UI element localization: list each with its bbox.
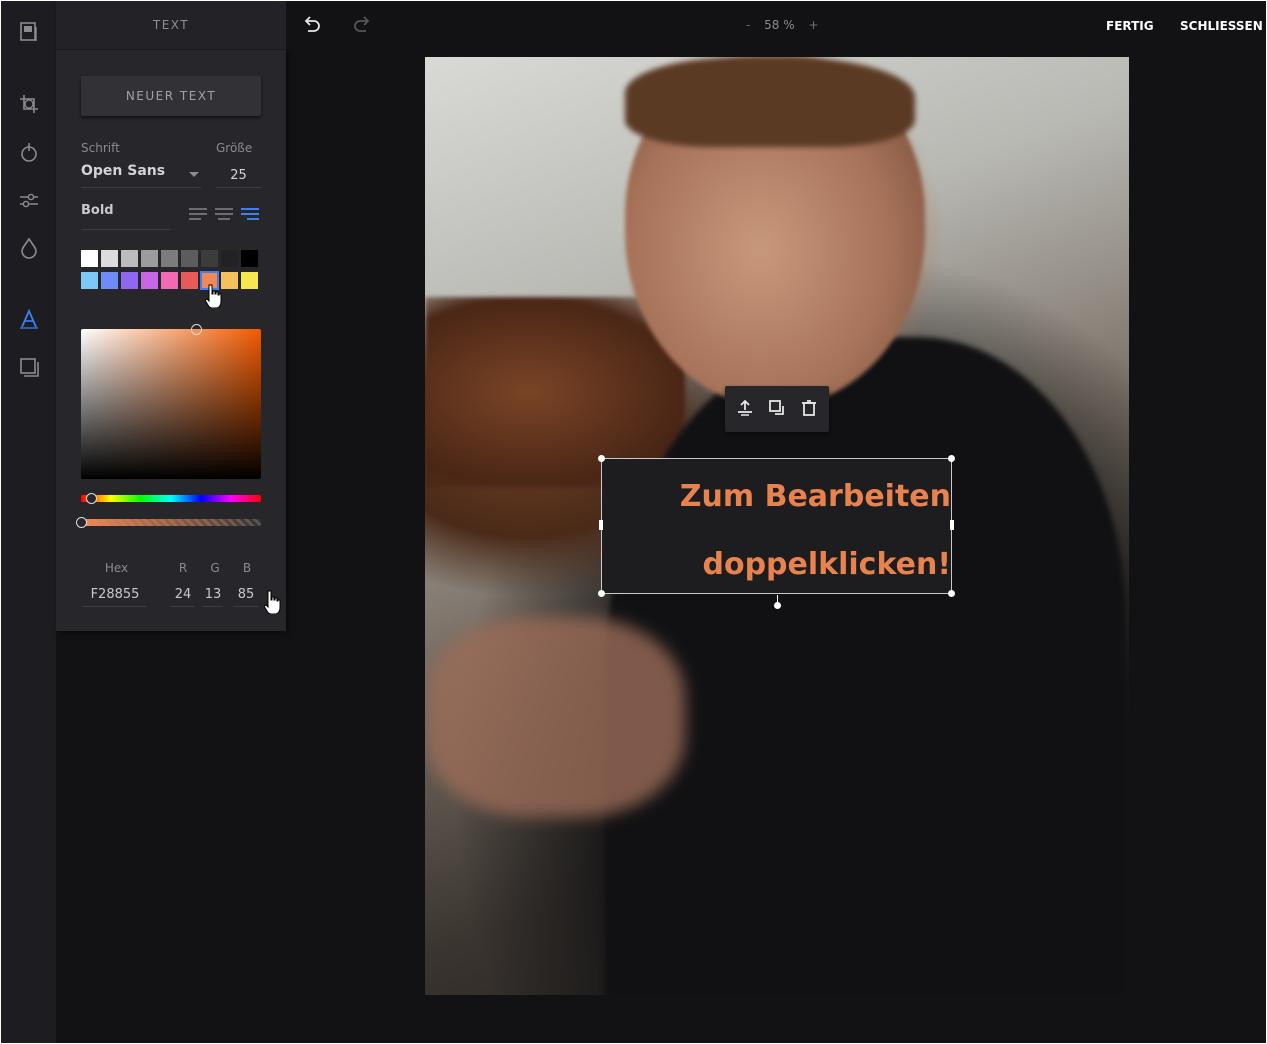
resize-handle-top-right[interactable] — [948, 455, 955, 462]
drop-icon[interactable] — [16, 235, 42, 261]
redo-icon[interactable] — [351, 15, 373, 37]
color-swatch[interactable] — [101, 250, 118, 267]
rotate-handle[interactable] — [774, 602, 781, 609]
zoom-in-button[interactable]: + — [809, 18, 819, 32]
hand-cursor-icon — [263, 590, 282, 618]
photo-subject — [605, 337, 1125, 995]
chevron-down-icon — [189, 172, 199, 177]
duplicate-icon[interactable] — [767, 398, 787, 418]
r-label: R — [178, 561, 188, 575]
font-value: Open Sans — [81, 163, 166, 179]
g-input[interactable]: 13 — [203, 584, 223, 607]
photo-arm — [425, 617, 685, 817]
text-icon[interactable] — [16, 306, 42, 332]
color-swatch[interactable] — [81, 272, 98, 289]
frame-icon[interactable] — [16, 354, 42, 380]
color-swatch[interactable] — [181, 272, 198, 289]
r-input[interactable]: 24 — [171, 584, 195, 607]
zoom-control: - 58 % + — [741, 18, 824, 32]
panel-title: TEXT — [56, 1, 286, 50]
template-icon[interactable] — [16, 19, 42, 45]
text-panel: TEXT NEUER TEXT Schrift Größe Open Sans … — [56, 1, 286, 631]
color-picker: Hex R G B F28855 24 13 85 — [56, 299, 286, 631]
resize-handle-left[interactable] — [599, 520, 603, 530]
hex-input[interactable]: F28855 — [83, 584, 147, 607]
hue-handle[interactable] — [86, 493, 97, 504]
color-swatch[interactable] — [141, 272, 158, 289]
photo-hair — [625, 57, 915, 147]
resize-handle-bottom-left[interactable] — [598, 590, 605, 597]
alpha-slider[interactable] — [76, 517, 261, 528]
close-button[interactable]: SCHLIESSEN — [1180, 19, 1263, 33]
top-bar: - 58 % + FERTIG SCHLIESSEN — [286, 1, 1266, 51]
hex-label: Hex — [104, 561, 129, 575]
text-toolbar — [725, 386, 829, 432]
hand-cursor-icon — [204, 284, 223, 312]
color-swatch[interactable] — [201, 250, 218, 267]
filter-icon[interactable] — [16, 139, 42, 165]
zoom-out-button[interactable]: - — [746, 18, 750, 32]
color-swatch[interactable] — [81, 250, 98, 267]
bring-to-front-icon[interactable] — [735, 398, 755, 418]
color-swatch[interactable] — [181, 250, 198, 267]
color-swatch[interactable] — [121, 250, 138, 267]
text-element-content[interactable]: Zum Bearbeiten doppelklicken! — [611, 463, 951, 599]
color-swatch[interactable] — [241, 250, 258, 267]
color-swatch[interactable] — [221, 272, 238, 289]
color-swatch[interactable] — [141, 250, 158, 267]
font-label: Schrift — [81, 141, 120, 155]
color-swatch[interactable] — [101, 272, 118, 289]
size-input[interactable]: 25 — [216, 163, 261, 188]
size-label: Größe — [216, 141, 253, 155]
color-swatch[interactable] — [121, 272, 138, 289]
b-label: B — [242, 561, 252, 575]
adjust-icon[interactable] — [16, 187, 42, 213]
saturation-handle[interactable] — [191, 324, 202, 335]
weight-select[interactable]: Bold — [81, 203, 171, 230]
align-right-icon[interactable] — [241, 208, 259, 222]
resize-handle-right[interactable] — [950, 520, 954, 530]
done-button[interactable]: FERTIG — [1106, 19, 1154, 33]
new-text-button[interactable]: NEUER TEXT — [81, 76, 261, 116]
text-element[interactable]: Zum Bearbeiten doppelklicken! — [598, 455, 955, 609]
crop-icon[interactable] — [16, 91, 42, 117]
hue-slider[interactable] — [81, 493, 261, 504]
resize-handle-top-left[interactable] — [598, 455, 605, 462]
font-select[interactable]: Open Sans — [81, 163, 201, 188]
b-input[interactable]: 85 — [233, 584, 259, 607]
color-swatch[interactable] — [221, 250, 238, 267]
editor-window: TEXT NEUER TEXT Schrift Größe Open Sans … — [1, 1, 1266, 1043]
resize-handle-bottom-right[interactable] — [948, 590, 955, 597]
zoom-value: 58 % — [764, 18, 795, 32]
weight-value: Bold — [81, 203, 114, 218]
delete-icon[interactable] — [799, 398, 819, 418]
align-left-icon[interactable] — [189, 208, 207, 222]
alpha-handle[interactable] — [76, 517, 87, 528]
undo-icon[interactable] — [301, 15, 323, 37]
g-label: G — [210, 561, 220, 575]
saturation-box[interactable] — [81, 324, 261, 479]
tool-rail — [1, 1, 56, 1043]
color-swatch[interactable] — [161, 272, 178, 289]
color-swatch[interactable] — [161, 250, 178, 267]
align-center-icon[interactable] — [215, 208, 233, 222]
color-swatch[interactable] — [241, 272, 258, 289]
